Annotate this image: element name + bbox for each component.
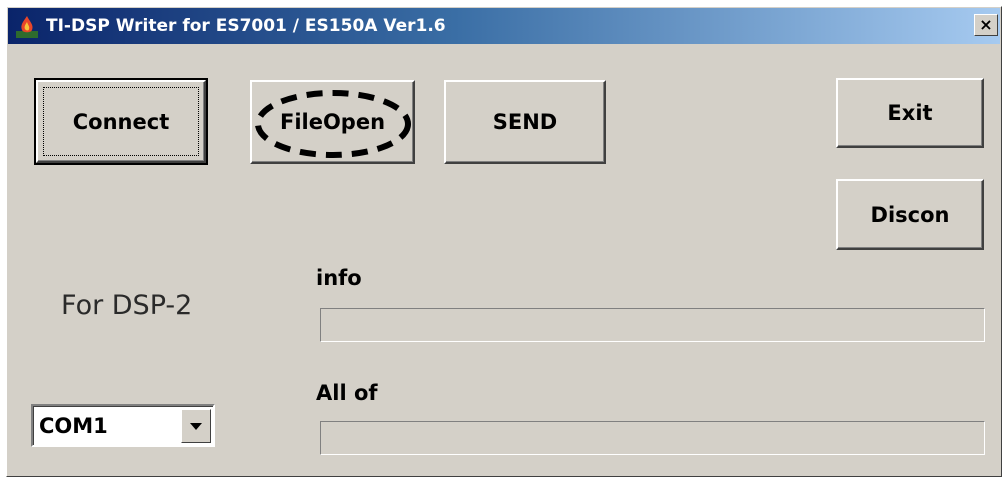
send-button[interactable]: SEND	[444, 80, 606, 164]
window-title: TI-DSP Writer for ES7001 / ES150A Ver1.6	[46, 16, 446, 36]
exit-button-label: Exit	[887, 101, 933, 125]
file-open-button[interactable]: FileOpen	[250, 80, 415, 164]
send-button-label: SEND	[492, 110, 558, 134]
title-bar[interactable]: TI-DSP Writer for ES7001 / ES150A Ver1.6…	[8, 8, 1000, 44]
com-port-value: COM1	[39, 414, 108, 438]
com-port-select[interactable]: COM1	[31, 404, 215, 447]
info-label: info	[316, 266, 362, 290]
exit-button[interactable]: Exit	[836, 78, 984, 148]
flame-app-icon	[16, 16, 38, 38]
connect-button-label: Connect	[72, 109, 170, 134]
all-of-label: All of	[316, 381, 378, 405]
connect-button[interactable]: Connect	[34, 78, 208, 165]
discon-button[interactable]: Discon	[836, 179, 984, 250]
info-progress-bar	[320, 308, 985, 342]
close-button[interactable]: ×	[974, 14, 998, 36]
discon-button-label: Discon	[870, 202, 950, 227]
target-label: For DSP-2	[61, 290, 193, 321]
file-open-button-label: FileOpen	[279, 110, 386, 134]
dropdown-arrow-button[interactable]	[181, 409, 211, 443]
all-of-progress-bar	[320, 421, 985, 455]
